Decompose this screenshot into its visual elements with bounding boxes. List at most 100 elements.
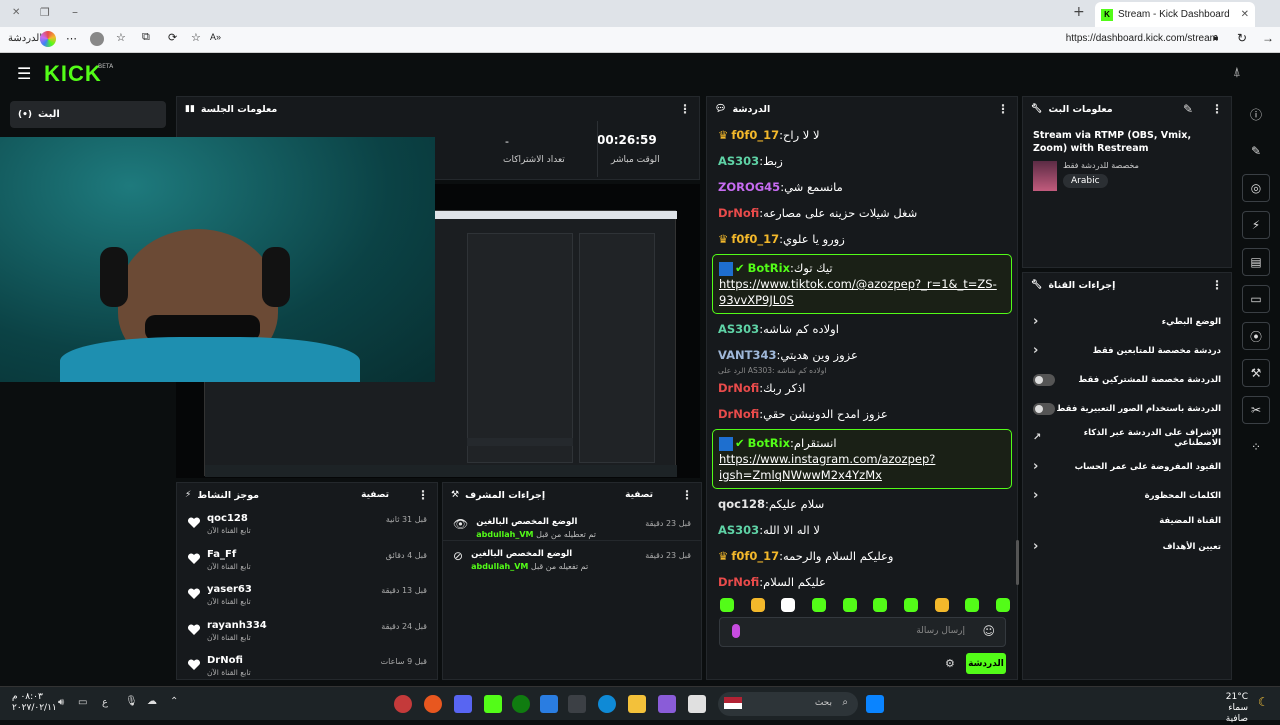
chat-input[interactable]: إرسال رسالة ☺: [719, 617, 1006, 647]
taskbar-app-icon[interactable]: [658, 695, 676, 713]
cloud-icon[interactable]: ☁: [147, 696, 157, 707]
copilot-icon[interactable]: [40, 31, 56, 47]
reload-icon[interactable]: ↻: [1237, 31, 1247, 45]
mod-action-user[interactable]: abdullah_VM: [476, 530, 533, 539]
emote-icon[interactable]: [934, 598, 949, 612]
taskbar-brave-icon[interactable]: [424, 695, 442, 713]
chat-username[interactable]: f0f0_17: [731, 549, 779, 563]
stream-category[interactable]: مخصصة للدردشة فقط: [1063, 161, 1139, 170]
keyboard-language[interactable]: ع: [102, 697, 108, 708]
window-restore-icon[interactable]: ❐: [40, 6, 50, 19]
favorites-icon[interactable]: ☆: [116, 31, 126, 44]
user-menu-icon[interactable]: ⍋: [1233, 65, 1241, 80]
chat-username[interactable]: ZOROG45: [718, 180, 780, 194]
followers-only-row[interactable]: دردشة مخصصة للمتابعين فقط ›: [1023, 336, 1231, 365]
add-favorite-icon[interactable]: ☆: [191, 31, 201, 44]
camera-icon[interactable]: ◎: [1242, 174, 1270, 202]
taskbar-app-icon[interactable]: [568, 695, 586, 713]
browser-tab[interactable]: K Stream - Kick Dashboard ✕: [1095, 2, 1255, 27]
emoji-icon[interactable]: ☺: [982, 624, 995, 638]
document-icon[interactable]: ▤: [1242, 248, 1270, 276]
weather-desc[interactable]: سماء صافية: [1206, 703, 1248, 725]
taskbar-edge-icon[interactable]: [598, 695, 616, 713]
chat-username[interactable]: VANT343: [718, 348, 777, 362]
taskbar-discord-icon[interactable]: [454, 695, 472, 713]
filter-button[interactable]: تصفية: [361, 490, 389, 500]
chat-username[interactable]: DrNofi: [718, 575, 759, 589]
taskbar-store-icon[interactable]: [540, 695, 558, 713]
back-arrow-icon[interactable]: →: [1262, 31, 1274, 45]
chat-icon[interactable]: ▭: [1242, 285, 1270, 313]
emote-icon[interactable]: [842, 598, 857, 612]
url-field[interactable]: https://dashboard.kick.com/stream: [1066, 33, 1218, 44]
kebab-menu-icon[interactable]: ⋮: [681, 488, 693, 502]
chat-username[interactable]: f0f0_17: [731, 232, 779, 246]
lightning-icon[interactable]: ⚡: [1242, 211, 1270, 239]
emote-icon[interactable]: [750, 598, 765, 612]
subscribers-only-toggle[interactable]: [1033, 373, 1055, 386]
chat-username[interactable]: DrNofi: [718, 381, 759, 395]
chat-link[interactable]: https://www.instagram.com/azozpep?igsh=Z…: [719, 452, 935, 482]
chat-link[interactable]: https://www.tiktok.com/@azozpep?_r=1&_t=…: [719, 277, 997, 307]
sidebar-item-live[interactable]: (•) البث: [10, 101, 166, 128]
chat-username[interactable]: DrNofi: [718, 206, 759, 220]
slow-mode-row[interactable]: الوضع البطيء ›: [1023, 307, 1231, 336]
chevron-up-icon[interactable]: ⌃: [170, 696, 178, 707]
emote-icon[interactable]: [965, 598, 980, 612]
mod-action-user[interactable]: abdullah_VM: [471, 562, 528, 571]
taskbar-kick-icon[interactable]: [484, 695, 502, 713]
emote-icon[interactable]: [781, 598, 796, 612]
chat-username[interactable]: f0f0_17: [731, 128, 779, 142]
windows-start-icon[interactable]: [866, 695, 884, 713]
read-aloud-icon[interactable]: A»: [210, 32, 221, 42]
menu-dots-icon[interactable]: ⋯: [66, 32, 77, 45]
ai-moderation-row[interactable]: الإشراف على الدردشة عبر الذكاء الاصطناعي…: [1023, 423, 1231, 452]
window-close-icon[interactable]: ✕: [12, 7, 20, 18]
chat-username[interactable]: BotRix: [748, 436, 790, 450]
kebab-menu-icon[interactable]: ⋮: [1211, 102, 1223, 116]
apps-icon[interactable]: ⁘: [1242, 433, 1270, 461]
clock-date[interactable]: ٢٠٢٧/٠٢/١١: [12, 703, 57, 714]
emote-icon[interactable]: [995, 598, 1010, 612]
set-goals-row[interactable]: تعيين الأهداف ›: [1023, 532, 1231, 561]
emote-icon[interactable]: [811, 598, 826, 612]
chat-username[interactable]: DrNofi: [718, 407, 759, 421]
kick-logo[interactable]: KICK: [44, 61, 102, 87]
collections-icon[interactable]: ⧉: [142, 31, 150, 44]
chat-username[interactable]: qoc128: [718, 497, 765, 511]
taskbar-app-icon[interactable]: [394, 695, 412, 713]
taskbar-app-icon[interactable]: [688, 695, 706, 713]
kebab-menu-icon[interactable]: ⋮: [417, 488, 429, 502]
gavel-icon[interactable]: ⚒: [1242, 359, 1270, 387]
microphone-icon[interactable]: 🎙︎: [125, 696, 138, 707]
emote-icon[interactable]: [903, 598, 918, 612]
microphone-icon[interactable]: [732, 624, 740, 638]
window-minimize-icon[interactable]: –: [72, 5, 78, 19]
profile-avatar-icon[interactable]: [90, 32, 104, 46]
emote-icon[interactable]: [873, 598, 888, 612]
wrench-icon[interactable]: ✂: [1242, 396, 1270, 424]
edit-pencil-icon[interactable]: ✎: [1183, 102, 1193, 116]
refresh-icon[interactable]: ⟳: [168, 31, 177, 44]
chat-username[interactable]: BotRix: [748, 261, 790, 275]
chat-username[interactable]: AS303: [718, 322, 759, 336]
edit-icon[interactable]: ✎: [1242, 137, 1270, 165]
hamburger-menu-icon[interactable]: ☰: [17, 64, 31, 83]
emotes-only-toggle[interactable]: [1033, 402, 1055, 415]
info-icon[interactable]: ⓘ: [1242, 100, 1270, 128]
banned-words-row[interactable]: الكلمات المحظورة ›: [1023, 481, 1231, 510]
account-age-row[interactable]: القيود المفروضة على عمر الحساب ›: [1023, 452, 1231, 481]
filter-button[interactable]: تصفية: [625, 490, 653, 500]
kebab-menu-icon[interactable]: ⋮: [997, 102, 1009, 116]
clock-time[interactable]: ٠٨:٠٣ م: [12, 692, 57, 703]
kebab-menu-icon[interactable]: ⋮: [679, 102, 691, 116]
new-tab-icon[interactable]: +: [1073, 4, 1085, 20]
kebab-menu-icon[interactable]: ⋮: [1211, 278, 1223, 292]
weather-temp[interactable]: 21°C: [1206, 692, 1248, 703]
taskbar-explorer-icon[interactable]: [628, 695, 646, 713]
chat-username[interactable]: AS303: [718, 523, 759, 537]
taskbar-search[interactable]: ⌕ بحث: [718, 692, 858, 716]
emote-icon[interactable]: [720, 598, 734, 612]
battery-icon[interactable]: ▭: [78, 697, 87, 708]
tab-close-icon[interactable]: ✕: [1241, 9, 1249, 20]
